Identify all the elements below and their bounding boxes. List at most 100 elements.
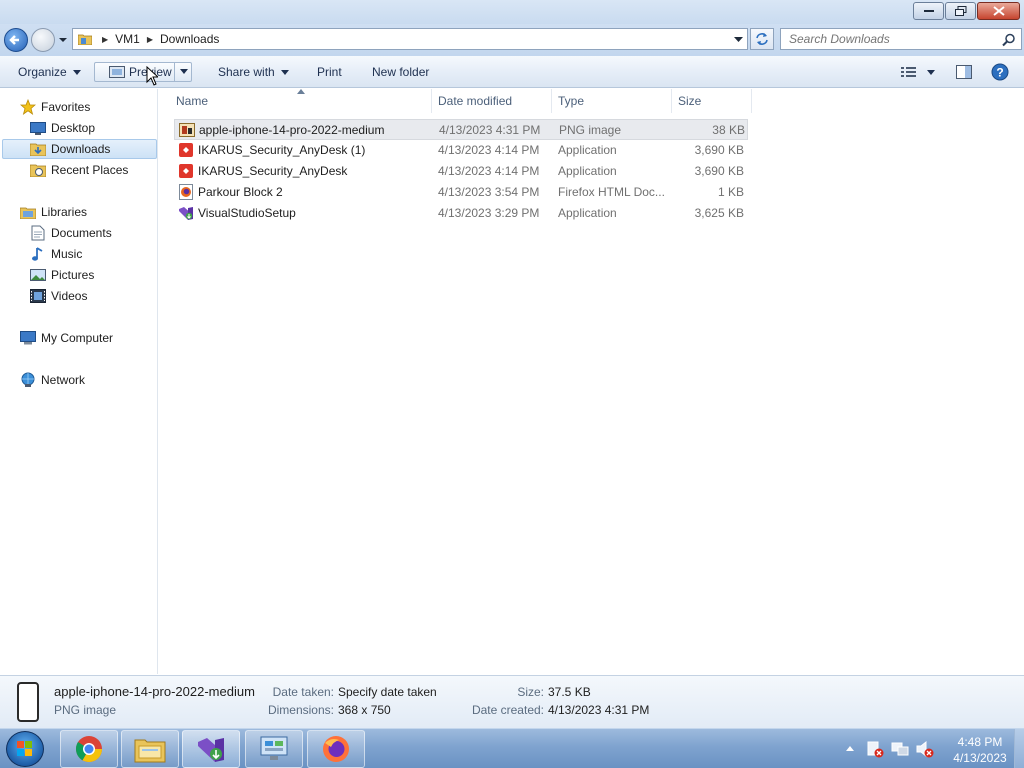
back-button[interactable] [4,28,28,52]
back-arrow-icon [9,35,19,45]
system-clock[interactable]: 4:48 PM 4/13/2023 [950,734,1010,766]
show-desktop-button[interactable] [1014,729,1024,768]
file-name: Parkour Block 2 [198,185,283,199]
address-dropdown-icon[interactable] [734,34,743,44]
nav-documents-label: Documents [51,226,112,240]
preview-button[interactable]: Preview [94,62,192,82]
search-input[interactable] [789,32,999,46]
file-row[interactable]: apple-iphone-14-pro-2022-medium 4/13/202… [174,119,748,140]
taskbar-chrome[interactable] [60,730,118,768]
file-size: 1 KB [717,185,744,199]
taskbar-control-panel[interactable] [245,730,303,768]
file-name: IKARUS_Security_AnyDesk [198,164,348,178]
restore-button[interactable] [945,2,976,20]
nav-network[interactable]: Network [20,370,85,390]
explorer-icon [134,739,166,763]
preview-pane-button[interactable] [956,62,972,82]
breadcrumb-downloads[interactable]: Downloads [160,32,219,46]
file-size: 38 KB [712,123,745,137]
details-dimensions-value: 368 x 750 [338,703,391,717]
details-dimensions-label: Dimensions: [267,703,334,717]
organize-button[interactable]: Organize [18,62,81,82]
details-date-taken-value[interactable]: Specify date taken [338,685,437,699]
navigation-pane: Favorites Desktop Downloads Recent Place… [0,89,158,674]
nav-downloads[interactable]: Downloads [2,139,157,159]
nav-desktop[interactable]: Desktop [30,118,95,138]
recent-pages-dropdown-icon[interactable] [58,36,68,44]
help-button[interactable]: ? [991,62,1009,82]
file-date: 4/13/2023 3:29 PM [438,206,540,220]
file-type: Application [558,143,617,157]
png-image-icon [179,123,195,137]
address-bar[interactable]: ▶ VM1 ▶ Downloads [72,28,748,50]
file-date: 4/13/2023 4:14 PM [438,164,540,178]
start-button[interactable] [6,731,44,767]
mouse-cursor-icon [146,66,158,86]
libraries-icon [20,204,36,220]
recent-places-icon [30,162,46,178]
breadcrumb-vm1[interactable]: VM1 [115,32,140,46]
search-box[interactable] [780,28,1022,50]
taskbar-explorer[interactable] [121,730,179,768]
file-date: 4/13/2023 4:14 PM [438,143,540,157]
nav-favorites-label: Favorites [41,100,91,114]
nav-recent-places[interactable]: Recent Places [30,160,128,180]
breadcrumb-separator-icon[interactable]: ▶ [102,35,108,44]
details-size-value: 37.5 KB [548,685,591,699]
close-button[interactable] [977,2,1020,20]
details-size-label: Size: [517,685,544,699]
taskbar-firefox[interactable] [307,730,365,768]
file-row[interactable]: IKARUS_Security_AnyDesk 4/13/2023 4:14 P… [174,161,748,182]
taskbar: 4:48 PM 4/13/2023 [0,728,1024,768]
command-bar: Organize Preview Share with Print New fo… [0,56,1024,88]
print-button[interactable]: Print [317,62,342,82]
nav-my-computer[interactable]: My Computer [20,328,113,348]
file-thumbnail [17,682,39,722]
share-with-button[interactable]: Share with [218,62,289,82]
details-file-type: PNG image [54,703,117,717]
network-status-icon[interactable] [891,740,909,758]
file-date: 4/13/2023 3:54 PM [438,185,540,199]
share-with-label: Share with [218,65,275,79]
column-header-date-modified[interactable]: Date modified [432,89,552,113]
nav-documents[interactable]: Documents [30,223,112,243]
nav-favorites[interactable]: Favorites [20,97,90,117]
window-controls [913,2,1020,20]
nav-desktop-label: Desktop [51,121,96,135]
help-icon: ? [991,63,1009,81]
file-row[interactable]: VisualStudioSetup 4/13/2023 3:29 PM Appl… [174,203,748,224]
search-icon[interactable] [1002,33,1016,47]
file-name: IKARUS_Security_AnyDesk (1) [198,143,366,157]
column-size-label: Size [678,94,702,108]
taskbar-visual-studio-installer[interactable] [182,730,240,768]
details-file-name: apple-iphone-14-pro-2022-medium [54,684,255,699]
column-header-type[interactable]: Type [552,89,672,113]
nav-music[interactable]: Music [30,244,82,264]
forward-button[interactable] [31,28,55,52]
clock-time: 4:48 PM [957,735,1003,749]
firefox-html-icon [179,184,193,200]
file-row[interactable]: Parkour Block 2 4/13/2023 3:54 PM Firefo… [174,182,748,203]
nav-pictures[interactable]: Pictures [30,265,94,285]
column-header-size[interactable]: Size [672,89,752,113]
new-folder-button[interactable]: New folder [372,62,429,82]
action-center-alert-icon[interactable] [866,740,884,758]
volume-muted-icon[interactable] [916,740,934,758]
column-name-label: Name [176,94,209,108]
svg-text:?: ? [996,66,1003,80]
minimize-button[interactable] [913,2,944,20]
chevron-down-icon [72,69,81,75]
file-type: PNG image [559,123,622,137]
nav-libraries[interactable]: Libraries [20,202,87,222]
details-pane: apple-iphone-14-pro-2022-medium PNG imag… [0,675,1024,728]
chevron-down-icon[interactable] [180,69,188,74]
file-row[interactable]: IKARUS_Security_AnyDesk (1) 4/13/2023 4:… [174,140,748,161]
refresh-button[interactable] [750,28,774,50]
show-hidden-icons-icon[interactable] [846,745,854,751]
details-date-taken-label: Date taken: [272,685,334,699]
change-view-button[interactable] [900,62,918,82]
view-dropdown-button[interactable] [927,62,935,82]
breadcrumb-separator-icon[interactable]: ▶ [147,35,153,44]
videos-icon [30,288,46,304]
nav-videos[interactable]: Videos [30,286,87,306]
